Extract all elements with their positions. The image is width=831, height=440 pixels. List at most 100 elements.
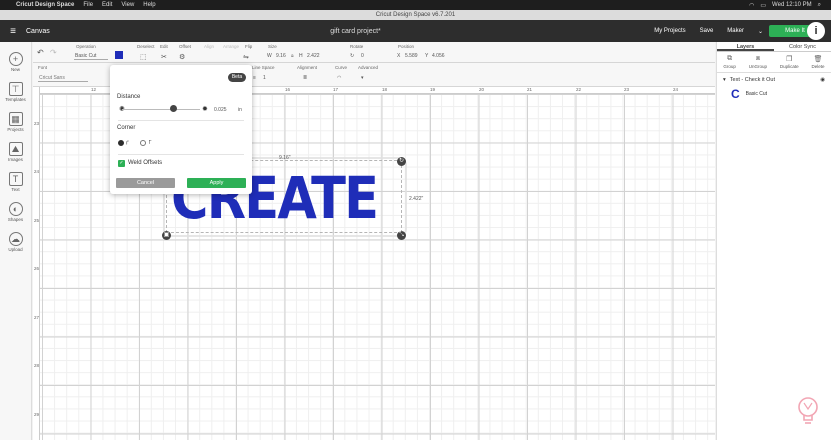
plus-icon: + <box>8 52 23 66</box>
lock-icon[interactable]: 🔒︎ <box>291 53 294 59</box>
operation-select[interactable]: Basic Cut <box>74 53 108 60</box>
mac-menu-bar: Cricut Design Space File Edit View Help … <box>0 0 831 10</box>
position-label: Position <box>398 44 415 49</box>
menu-help[interactable]: Help <box>143 2 155 8</box>
cancel-button[interactable]: Cancel <box>116 178 175 188</box>
font-select[interactable]: Cricut Sans <box>38 75 88 82</box>
layer-item[interactable]: C Basic Cut <box>717 87 831 101</box>
my-projects-link[interactable]: My Projects <box>654 28 685 34</box>
arrange-label[interactable]: Arrange <box>223 44 239 49</box>
duplicate-icon: ❐ <box>786 56 793 63</box>
sidebar-item-text[interactable]: T Text <box>0 172 31 192</box>
x-input[interactable]: 5.589 <box>405 53 418 59</box>
offset-popup: Beta Distance ✺ ✹ 0.025 in Corner ╭ ┌ ✓ … <box>110 65 252 194</box>
app-menu[interactable]: Cricut Design Space <box>16 2 74 8</box>
y-input[interactable]: 4.056 <box>432 53 445 59</box>
menu-view[interactable]: View <box>121 2 134 8</box>
menu-file[interactable]: File <box>83 2 93 8</box>
rotate-handle-icon[interactable]: ↻ <box>397 157 406 166</box>
delete-button[interactable]: 🗑︎ Delete <box>812 55 825 72</box>
edit-label[interactable]: Edit <box>160 44 168 49</box>
machine-select[interactable]: Maker <box>727 28 744 34</box>
resize-handle-icon[interactable]: ⤡ <box>397 231 406 240</box>
advanced-chevron-icon[interactable]: ▾ <box>361 75 364 81</box>
upload-icon: ☁ <box>8 232 23 246</box>
ruler-left: 23 24 25 26 27 28 29 <box>33 87 40 440</box>
text-icon: T <box>8 172 23 186</box>
chevron-down-icon[interactable]: ⌄ <box>758 28 763 35</box>
sidebar-item-images[interactable]: ⛰ Images <box>0 142 31 162</box>
info-icon[interactable]: i <box>807 22 825 40</box>
alignment-icon[interactable]: ≣ <box>303 75 307 81</box>
grid-icon: ▦ <box>8 112 23 126</box>
distance-label: Distance <box>117 94 141 100</box>
sidebar-item-templates[interactable]: ⊤ Templates <box>0 82 31 102</box>
divider <box>118 154 244 155</box>
flip-icon[interactable]: ⇋ <box>243 53 249 61</box>
corner-label: Corner <box>117 125 136 131</box>
flip-label[interactable]: Flip <box>245 44 252 49</box>
divider <box>118 120 244 121</box>
curve-icon[interactable]: ◠ <box>337 75 341 81</box>
apply-button[interactable]: Apply <box>187 178 246 188</box>
offset-label[interactable]: Offset <box>179 44 191 49</box>
distance-input[interactable]: 0.025 <box>214 107 227 113</box>
height-input[interactable]: 2.422 <box>307 53 320 59</box>
layer-group[interactable]: ▾ Text - Check it Out ◉ <box>717 73 831 87</box>
edit-icon[interactable]: ✂ <box>161 53 167 61</box>
width-input[interactable]: 9.16 <box>276 53 286 59</box>
sidebar-item-projects[interactable]: ▦ Projects <box>0 112 31 132</box>
operation-label: Operation <box>76 44 96 49</box>
outset-icon: ✹ <box>202 106 208 113</box>
collapse-icon[interactable]: ▾ <box>723 77 726 83</box>
align-label[interactable]: Align <box>204 44 214 49</box>
corner-rounded-radio[interactable] <box>118 140 124 146</box>
width-dimension: 9.16" <box>279 155 291 161</box>
ungroup-button[interactable]: ⧈ UnGroup <box>749 55 767 72</box>
project-name: gift card project* <box>330 27 381 35</box>
distance-slider-handle[interactable] <box>170 105 177 112</box>
curve-label: Curve <box>335 65 348 70</box>
sidebar-item-shapes[interactable]: ◐ Shapes <box>0 202 31 222</box>
height-dimension: 2.422" <box>409 196 424 202</box>
layer-item-label: Basic Cut <box>745 91 768 97</box>
group-button[interactable]: ⧉ Group <box>723 55 736 72</box>
tab-layers[interactable]: Layers <box>717 42 774 51</box>
menu-edit[interactable]: Edit <box>102 2 112 8</box>
eye-icon[interactable]: ◉ <box>820 77 825 83</box>
corner-square-radio[interactable] <box>140 140 146 146</box>
search-icon[interactable]: ⌕ <box>818 2 821 9</box>
rotate-label: Rotate <box>350 44 364 49</box>
wifi-icon[interactable]: ◠ <box>749 2 754 9</box>
line-space-label: Line Space <box>252 65 275 70</box>
clock[interactable]: Wed 12:10 PM <box>772 2 812 8</box>
font-label: Font <box>38 65 48 70</box>
lock-handle-icon[interactable]: ▣ <box>162 231 171 240</box>
beta-badge: Beta <box>228 73 246 82</box>
layer-group-name: Text - Check it Out <box>729 77 776 83</box>
offset-icon[interactable]: ⚙ <box>179 53 185 61</box>
battery-icon[interactable]: ▭ <box>760 2 766 9</box>
distance-slider[interactable] <box>122 109 200 110</box>
deselect-label[interactable]: Deselect <box>137 44 155 49</box>
line-space-icon: ≡ <box>253 75 256 81</box>
sidebar-item-new[interactable]: + New <box>0 52 31 72</box>
color-swatch[interactable] <box>115 51 123 59</box>
rotate-icon: ↻ <box>350 53 355 59</box>
app-header: ≡ Canvas gift card project* My Projects … <box>0 20 831 42</box>
deselect-icon[interactable]: ⬚ <box>140 53 147 61</box>
line-space-input[interactable]: 1 <box>263 75 266 81</box>
ungroup-icon: ⧈ <box>755 55 761 62</box>
rotate-input[interactable]: 0 <box>361 53 364 59</box>
alignment-label: Alignment <box>297 65 318 70</box>
redo-icon[interactable]: ↷ <box>50 48 57 57</box>
weld-offsets-checkbox[interactable]: ✓ <box>118 160 125 167</box>
save-link[interactable]: Save <box>700 28 714 34</box>
undo-icon[interactable]: ↶ <box>37 48 44 57</box>
advanced-label: Advanced <box>358 65 379 70</box>
window-title: Cricut Design Space v6.7.201 <box>0 10 831 20</box>
duplicate-button[interactable]: ❐ Duplicate <box>780 55 799 72</box>
sidebar-item-upload[interactable]: ☁ Upload <box>0 232 31 252</box>
layer-thumbnail: C <box>731 87 740 101</box>
tab-color-sync[interactable]: Color Sync <box>774 42 831 51</box>
